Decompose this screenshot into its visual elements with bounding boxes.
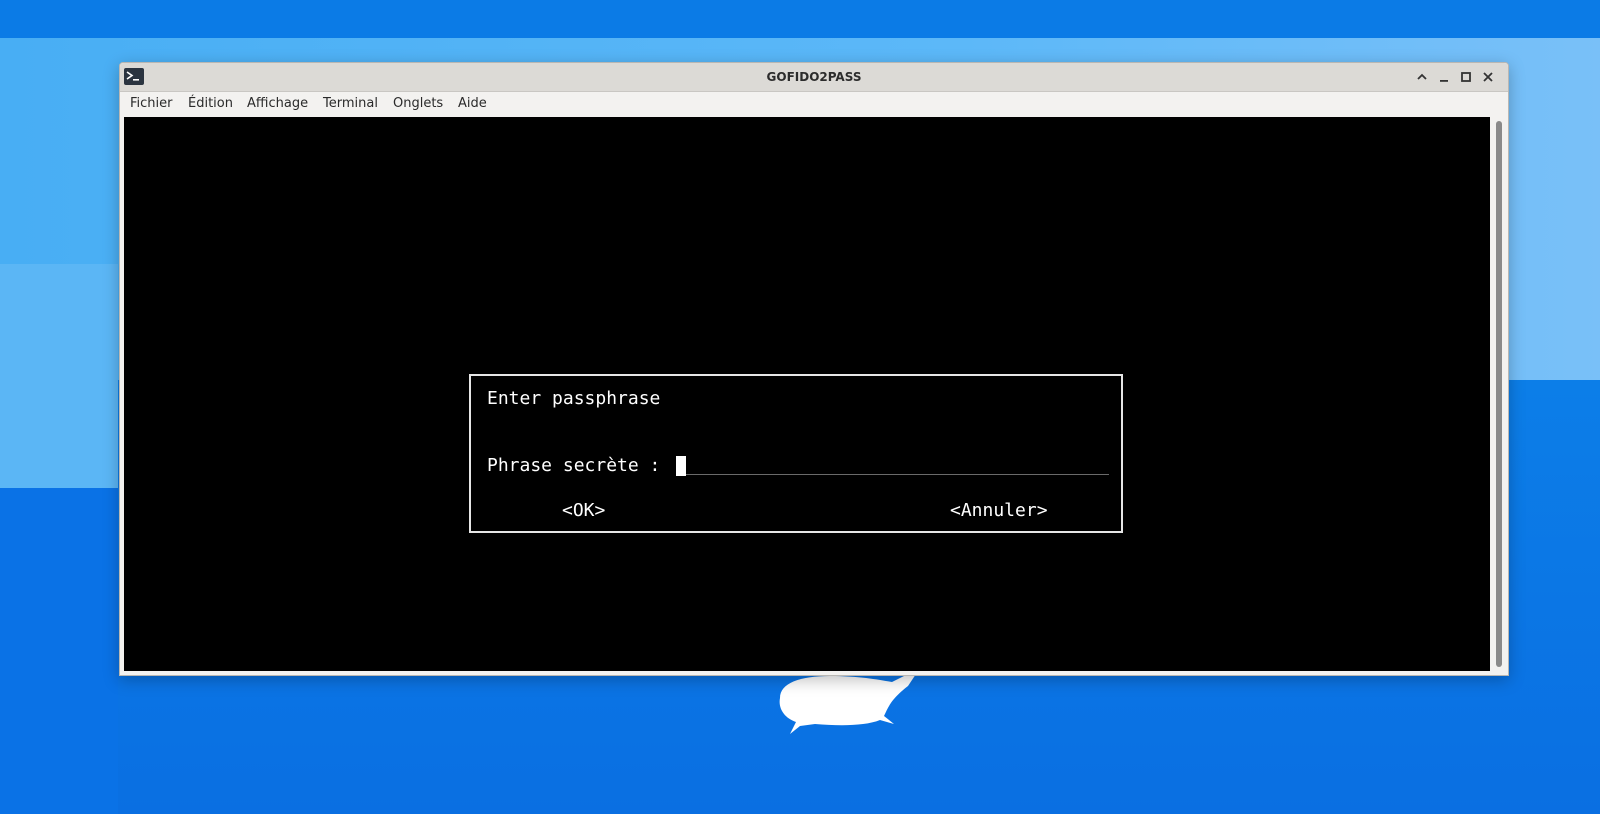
desktop-wallpaper-light-left (0, 264, 118, 488)
scrollbar-thumb[interactable] (1496, 121, 1502, 667)
terminal-window: GOFIDO2PASS Fichier Édition Affichage Te… (119, 62, 1509, 676)
close-icon[interactable] (1480, 69, 1496, 85)
menu-onglets[interactable]: Onglets (393, 92, 443, 116)
menu-aide[interactable]: Aide (458, 92, 487, 116)
menu-fichier[interactable]: Fichier (130, 92, 173, 116)
menubar: Fichier Édition Affichage Terminal Ongle… (120, 92, 1508, 116)
passphrase-input[interactable] (686, 474, 1109, 475)
dialog-title: Enter passphrase (487, 388, 661, 409)
scrollbar[interactable] (1492, 117, 1506, 671)
titlebar[interactable]: GOFIDO2PASS (120, 63, 1508, 92)
window-title: GOFIDO2PASS (766, 70, 862, 84)
ok-button[interactable]: <OK> (562, 500, 605, 521)
menu-terminal[interactable]: Terminal (323, 92, 378, 116)
desktop-wallpaper-band (0, 0, 1600, 38)
maximize-icon[interactable] (1458, 69, 1474, 85)
menu-affichage[interactable]: Affichage (247, 92, 308, 116)
passphrase-label: Phrase secrète : (487, 455, 661, 476)
minimize-icon[interactable] (1436, 69, 1452, 85)
passphrase-dialog: Enter passphrase Phrase secrète : <OK> <… (469, 374, 1123, 533)
xfce-mouse-logo-icon (779, 668, 920, 734)
cancel-button[interactable]: <Annuler> (950, 500, 1048, 521)
shade-icon[interactable] (1414, 69, 1430, 85)
terminal-area[interactable]: Enter passphrase Phrase secrète : <OK> <… (124, 117, 1490, 671)
text-cursor (676, 456, 686, 476)
menu-edition[interactable]: Édition (188, 92, 233, 116)
